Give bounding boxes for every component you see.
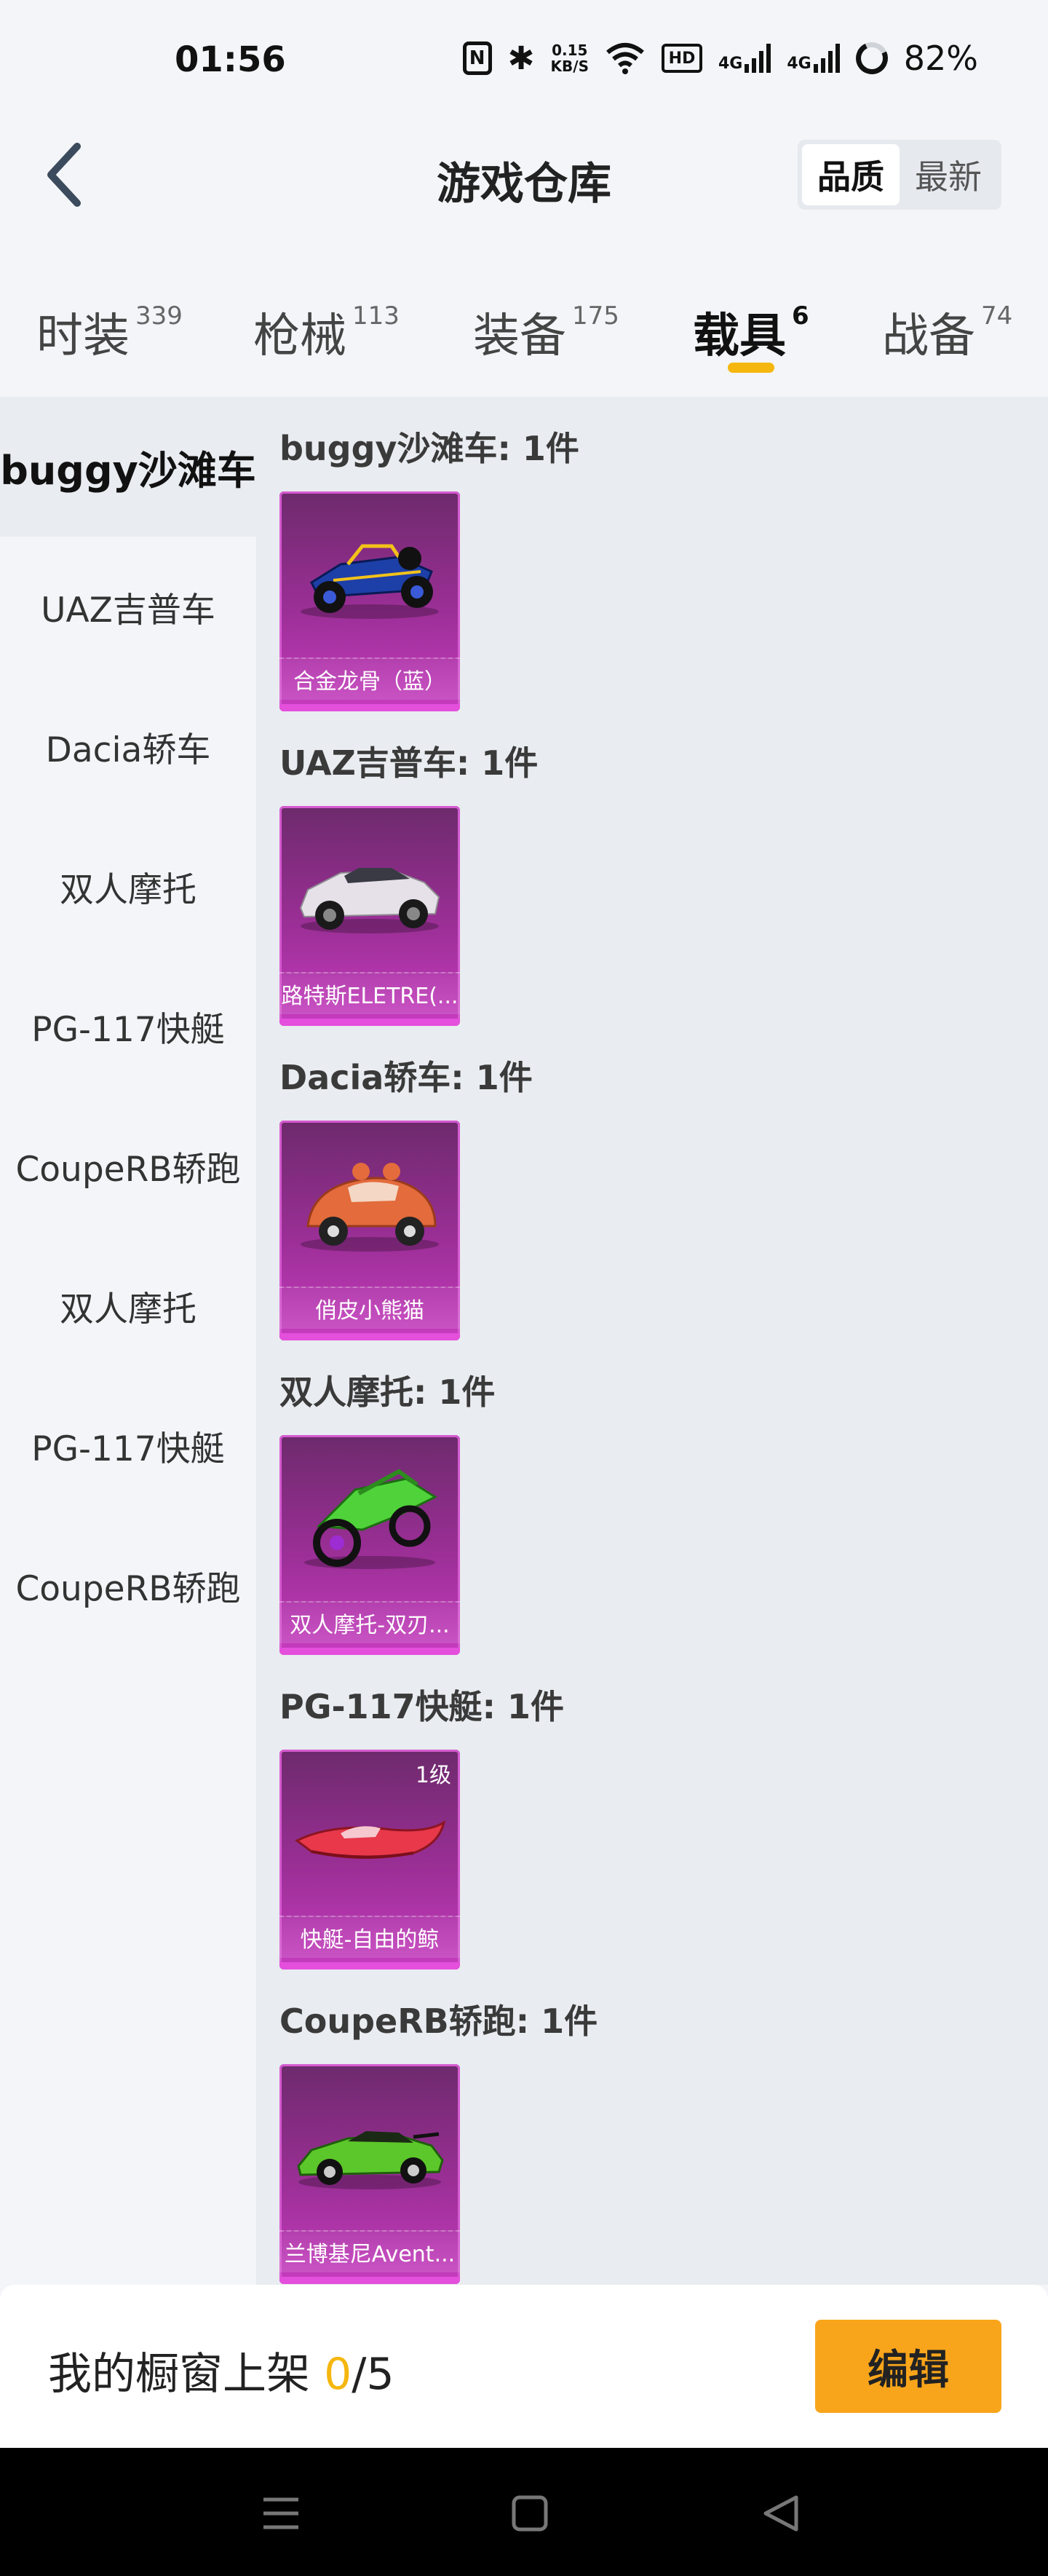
suv-image	[299, 868, 440, 933]
item-card[interactable]: 兰博基尼Avent...	[279, 2064, 460, 2284]
item-name: 路特斯ELETRE(...	[279, 972, 460, 1014]
section-title: UAZ吉普车: 1件	[279, 743, 539, 783]
sports-car-image	[297, 2131, 444, 2189]
tab-count: 74	[981, 301, 1013, 331]
sidebar-item-pg117[interactable]: PG-117快艇	[0, 956, 256, 1096]
recents-button[interactable]	[245, 2477, 317, 2550]
motorcycle-image	[304, 1469, 438, 1569]
buggy-image	[301, 544, 439, 619]
sidebar-item-motorcycle-2[interactable]: 双人摩托	[0, 1236, 256, 1375]
signal-1-label: 4G	[718, 55, 743, 73]
battery-level: 82%	[903, 39, 978, 78]
tab-weapons[interactable]: 枪械 113	[253, 299, 400, 366]
tab-label: 装备	[473, 309, 566, 363]
section-couperb: CoupeRB轿跑: 1件 兰博基尼Avent...	[256, 1969, 1048, 2284]
item-card[interactable]: 双人摩托-双刃...	[279, 1435, 460, 1655]
tab-count: 6	[792, 301, 809, 331]
sidebar-item-buggy[interactable]: buggy沙滩车	[0, 397, 256, 537]
back-triangle-icon	[763, 2495, 798, 2532]
shelf-label: 我的橱窗上架	[48, 2349, 325, 2400]
sidebar-item-pg117-2[interactable]: PG-117快艇	[0, 1375, 256, 1515]
section-motorcycle: 双人摩托: 1件 双人摩托-双刃...	[256, 1340, 1048, 1655]
tab-label: 战备	[882, 309, 975, 363]
item-name: 合金龙骨（蓝）	[279, 657, 460, 700]
status-bar: 01:56 N ✱ 0.15 KB/S HD 4G 4G 82%	[0, 0, 1048, 124]
net-speed: 0.15 KB/S	[551, 42, 589, 74]
item-card[interactable]: 俏皮小熊猫	[279, 1121, 460, 1340]
shelf-total: /5	[352, 2349, 394, 2400]
section-dacia: Dacia轿车: 1件 俏皮小熊猫	[256, 1026, 1048, 1340]
section-title: buggy沙滩车: 1件	[279, 429, 579, 468]
status-icons: N ✱ 0.15 KB/S HD 4G 4G 82%	[462, 36, 978, 80]
section-uaz: UAZ吉普车: 1件 路特斯ELETRE(...	[256, 711, 1048, 1026]
sort-by-quality[interactable]: 品质	[802, 144, 900, 205]
net-speed-value: 0.15	[552, 42, 588, 59]
tab-count: 339	[135, 301, 183, 331]
menu-icon	[263, 2497, 298, 2529]
home-square-icon	[512, 2495, 548, 2532]
vehicle-content: buggy沙滩车: 1件 合金龙骨（蓝） UAZ吉普车: 1件 路特斯ELETR…	[256, 397, 1048, 2285]
tab-count: 113	[352, 301, 400, 331]
hd-icon: HD	[662, 44, 702, 73]
home-button[interactable]	[493, 2477, 566, 2550]
header: 游戏仓库 品质 最新	[0, 124, 1048, 226]
status-time: 01:56	[175, 39, 286, 80]
tab-vehicles[interactable]: 载具 6	[693, 299, 809, 366]
shelf-count: 0	[324, 2349, 352, 2400]
tab-equipment[interactable]: 装备 175	[473, 299, 619, 366]
bluetooth-icon: ✱	[507, 39, 535, 77]
wifi-icon	[605, 42, 646, 74]
back-nav-button[interactable]	[744, 2477, 817, 2550]
item-name: 快艇-自由的鲸	[279, 1916, 460, 1958]
nfc-icon: N	[462, 42, 492, 75]
tab-label: 枪械	[253, 309, 346, 363]
section-title: 双人摩托: 1件	[279, 1372, 496, 1412]
sidebar-item-dacia[interactable]: Dacia轿车	[0, 676, 256, 816]
tab-count: 175	[572, 301, 619, 331]
signal-2-label: 4G	[787, 55, 811, 73]
sidebar-item-couperb-2[interactable]: CoupeRB轿跑	[0, 1515, 256, 1655]
item-card[interactable]: 路特斯ELETRE(...	[279, 806, 460, 1026]
tab-supplies[interactable]: 战备 74	[882, 299, 1012, 366]
section-buggy: buggy沙滩车: 1件 合金龙骨（蓝）	[256, 397, 1048, 711]
sort-toggle: 品质 最新	[798, 140, 1001, 210]
vehicle-sidebar: buggy沙滩车 UAZ吉普车 Dacia轿车 双人摩托 PG-117快艇 Co…	[0, 397, 256, 2285]
bottom-bar: 我的橱窗上架 0/5 编辑	[0, 2285, 1048, 2448]
item-card[interactable]: 合金龙骨（蓝）	[279, 491, 460, 711]
sort-by-newest[interactable]: 最新	[900, 144, 997, 205]
tab-fashion[interactable]: 时装 339	[36, 299, 183, 366]
signal-icon-1: 4G	[718, 44, 771, 73]
panda-car-image	[301, 1163, 439, 1252]
section-title: PG-117快艇: 1件	[279, 1687, 564, 1726]
shelf-status: 我的橱窗上架 0/5	[48, 2339, 394, 2402]
section-pg117: PG-117快艇: 1件 1级 快艇-自由的鲸	[256, 1655, 1048, 1969]
sidebar-item-motorcycle[interactable]: 双人摩托	[0, 816, 256, 956]
tab-label: 时装	[36, 309, 130, 363]
item-name: 兰博基尼Avent...	[279, 2230, 460, 2272]
category-tabs: 时装 339 枪械 113 装备 175 载具 6 战备 74	[0, 277, 1048, 397]
section-title: Dacia轿车: 1件	[279, 1058, 533, 1097]
signal-icon-2: 4G	[787, 44, 840, 73]
boat-image	[295, 1820, 446, 1859]
net-speed-unit: KB/S	[550, 58, 589, 75]
item-name: 俏皮小熊猫	[279, 1287, 460, 1329]
battery-ring-icon	[851, 37, 892, 79]
sidebar-item-uaz[interactable]: UAZ吉普车	[0, 537, 256, 676]
edit-button[interactable]: 编辑	[815, 2320, 1001, 2413]
active-tab-indicator	[728, 363, 774, 373]
section-title: CoupeRB轿跑: 1件	[279, 2002, 598, 2041]
system-nav-bar	[0, 2448, 1048, 2576]
item-card[interactable]: 1级 快艇-自由的鲸	[279, 1750, 460, 1969]
tab-label: 载具	[693, 309, 786, 363]
sidebar-item-couperb[interactable]: CoupeRB轿跑	[0, 1096, 256, 1236]
item-name: 双人摩托-双刃...	[279, 1601, 460, 1643]
